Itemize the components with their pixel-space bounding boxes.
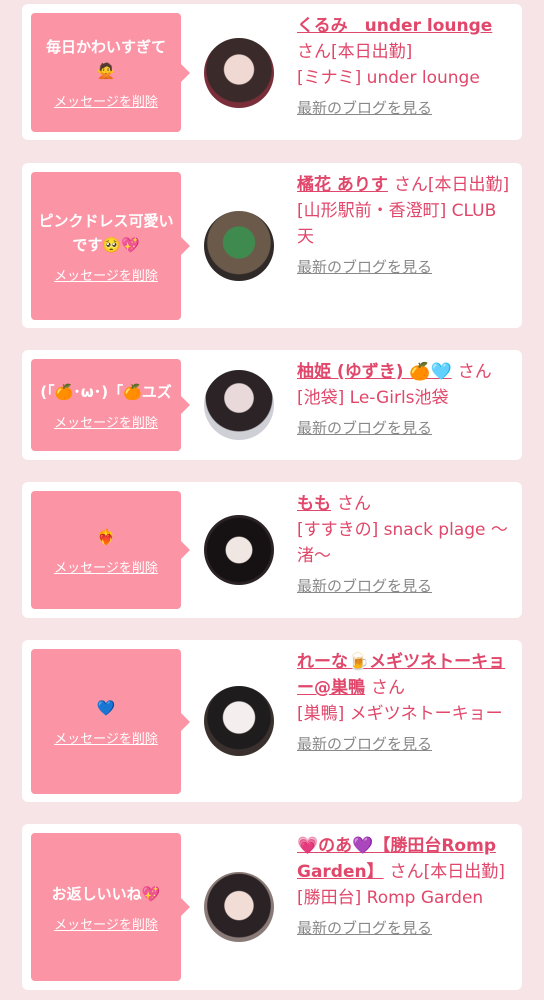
delete-message-link[interactable]: メッセージを削除 <box>54 412 158 431</box>
delete-message-link[interactable]: メッセージを削除 <box>54 91 158 110</box>
honorific: さん <box>457 362 492 382</box>
status-text: [本日出勤] <box>427 175 510 195</box>
delete-message-link[interactable]: メッセージを削除 <box>54 557 158 576</box>
blog-link[interactable]: 最新のブログを見る <box>297 731 514 757</box>
user-name-link[interactable]: もも <box>297 494 331 514</box>
avatar[interactable] <box>204 872 274 942</box>
avatar[interactable] <box>204 370 274 440</box>
message-text: お返しいいね💖 <box>51 884 161 903</box>
user-card: ❤️‍🔥 メッセージを削除 もも さん [すすきの] snack plage ～渚… <box>22 482 522 618</box>
user-name-link[interactable]: くるみ under lounge <box>297 16 492 36</box>
blog-link[interactable]: 最新のブログを見る <box>297 915 514 941</box>
blog-link[interactable]: 最新のブログを見る <box>297 573 514 599</box>
status-text: [本日出勤] <box>331 42 413 62</box>
user-info: もも さん [すすきの] snack plage ～渚～ 最新のブログを見る <box>297 491 514 599</box>
honorific: さん <box>389 862 424 882</box>
user-info: 橘花 ありす さん[本日出勤] [山形駅前・香澄町] CLUB 天 最新のブログを… <box>297 172 514 280</box>
shop-text: [勝田台] Romp Garden <box>297 888 484 908</box>
honorific: さん <box>297 42 331 62</box>
honorific: さん <box>371 678 405 698</box>
blog-link[interactable]: 最新のブログを見る <box>297 415 514 441</box>
user-name-link[interactable]: 柚姫 (ゆずき) 🍊🩵 <box>297 362 452 382</box>
message-bubble: ピンクドレス可愛いです🥺💖 メッセージを削除 <box>31 172 190 320</box>
message-bubble: 💙 メッセージを削除 <box>31 649 190 794</box>
user-info: 💗のあ💜【勝田台Romp Garden】 さん[本日出勤] [勝田台] Romp … <box>297 833 514 941</box>
avatar[interactable] <box>204 515 274 585</box>
shop-text: [山形駅前・香澄町] CLUB 天 <box>297 201 497 247</box>
user-card: お返しいいね💖 メッセージを削除 💗のあ💜【勝田台Romp Garden】 さん[… <box>22 824 522 990</box>
honorific: さん <box>337 494 371 514</box>
message-text: 💙 <box>96 699 116 717</box>
message-bubble: お返しいいね💖 メッセージを削除 <box>31 833 190 981</box>
user-info: くるみ under lounge さん[本日出勤] [ミナミ] under lo… <box>297 13 514 121</box>
honorific: さん <box>393 175 428 195</box>
message-bubble: ❤️‍🔥 メッセージを削除 <box>31 491 190 609</box>
message-text: ❤️‍🔥 <box>96 527 116 546</box>
message-bubble: 毎日かわいすぎて🙅 メッセージを削除 <box>31 13 190 132</box>
message-text: 毎日かわいすぎて🙅 <box>45 38 166 80</box>
user-info: 柚姫 (ゆずき) 🍊🩵 さん [池袋] Le-Girls池袋 最新のブログを見る <box>297 359 514 441</box>
user-name-link[interactable]: 橘花 ありす <box>297 175 388 195</box>
avatar[interactable] <box>204 211 274 281</box>
blog-link[interactable]: 最新のブログを見る <box>297 95 514 121</box>
avatar[interactable] <box>204 686 274 756</box>
delete-message-link[interactable]: メッセージを削除 <box>54 728 158 747</box>
user-card: (「🍊･ω･)「🍊ユズ メッセージを削除 柚姫 (ゆずき) 🍊🩵 さん [池袋] … <box>22 350 522 460</box>
blog-link[interactable]: 最新のブログを見る <box>297 254 514 280</box>
shop-text: [すすきの] snack plage ～渚～ <box>297 520 508 566</box>
avatar[interactable] <box>204 38 274 108</box>
shop-text: [ミナミ] under lounge <box>297 68 480 88</box>
status-text: [本日出勤] <box>423 862 505 882</box>
message-text: (「🍊･ω･)「🍊ユズ <box>40 382 172 401</box>
user-card: 💙 メッセージを削除 れーな🍺メギツネトーキョー@巣鴨 さん [巣鴨] メギツネト… <box>22 640 522 802</box>
shop-text: [巣鴨] メギツネトーキョー <box>297 704 503 724</box>
message-bubble: (「🍊･ω･)「🍊ユズ メッセージを削除 <box>31 359 190 451</box>
message-text: ピンクドレス可愛いです🥺💖 <box>38 211 174 254</box>
shop-text: [池袋] Le-Girls池袋 <box>297 388 449 408</box>
user-card: ピンクドレス可愛いです🥺💖 メッセージを削除 橘花 ありす さん[本日出勤] [山… <box>22 163 522 328</box>
user-card: 毎日かわいすぎて🙅 メッセージを削除 くるみ under lounge さん[本… <box>22 4 522 140</box>
delete-message-link[interactable]: メッセージを削除 <box>54 914 158 933</box>
user-info: れーな🍺メギツネトーキョー@巣鴨 さん [巣鴨] メギツネトーキョー 最新のブログ… <box>297 649 514 757</box>
delete-message-link[interactable]: メッセージを削除 <box>54 265 158 284</box>
